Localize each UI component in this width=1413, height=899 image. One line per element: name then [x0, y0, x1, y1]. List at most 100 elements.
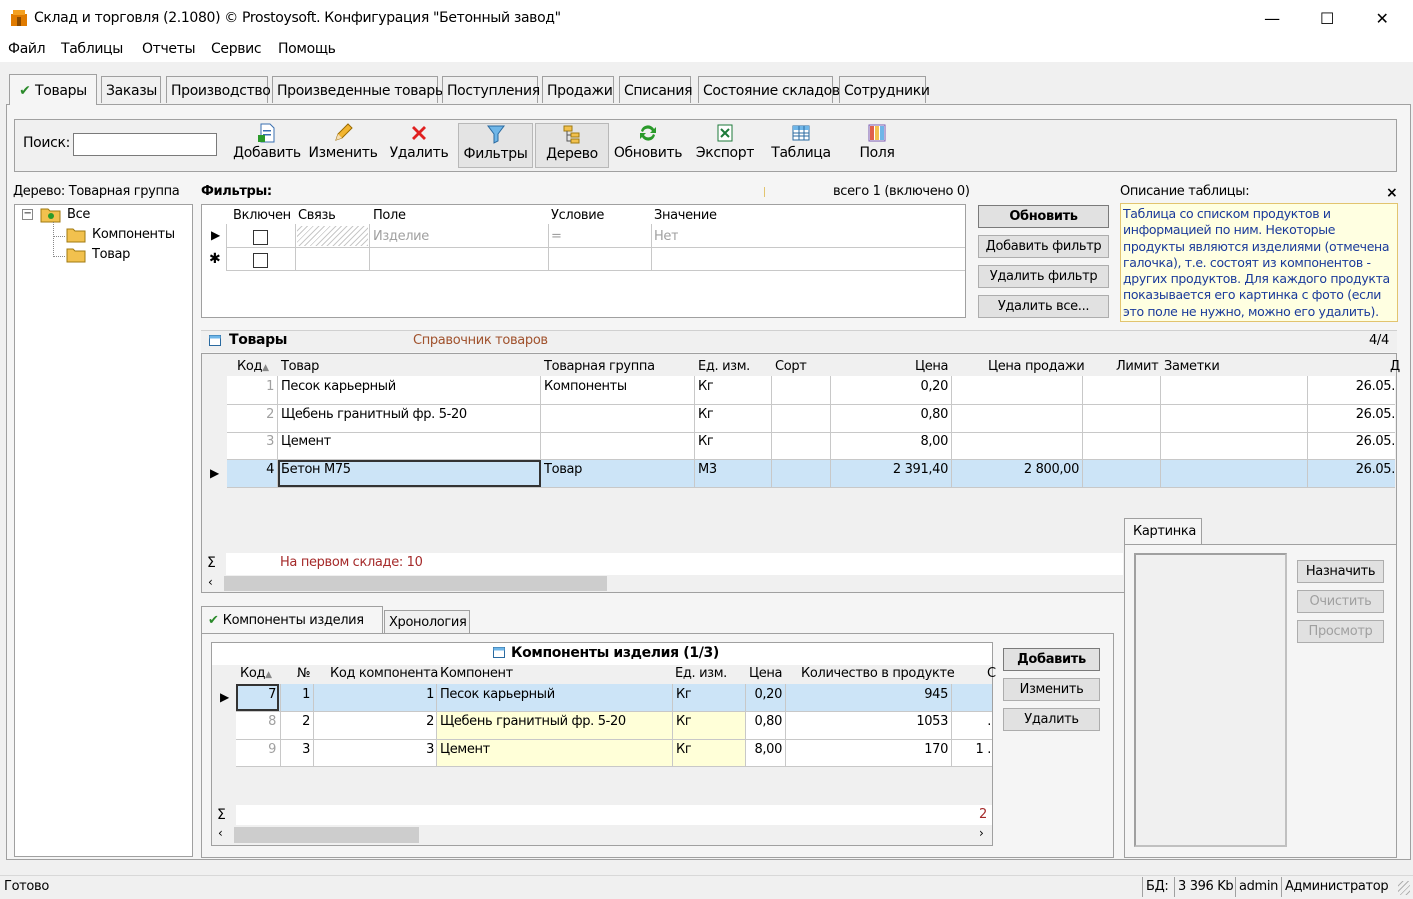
minimize-button[interactable]: —	[1249, 0, 1295, 36]
table-cell-date[interactable]: 26.05.	[1310, 407, 1395, 422]
scrollbar-thumb[interactable]	[234, 827, 419, 843]
products-header-price[interactable]: Цена	[915, 359, 949, 374]
table-cell-code[interactable]: 2	[227, 407, 274, 422]
table-cell-unit[interactable]: Кг	[698, 434, 713, 449]
table-cell-code[interactable]: 8	[238, 714, 276, 729]
tab-production[interactable]: Производство	[166, 76, 271, 103]
table-cell-code[interactable]: 1	[227, 379, 274, 394]
table-cell-code[interactable]: 3	[227, 434, 274, 449]
tab-picture[interactable]: Картинка	[1124, 518, 1202, 545]
add-filter-button[interactable]: Добавить фильтр	[978, 235, 1109, 258]
table-cell-number[interactable]: 1	[281, 687, 310, 702]
table-cell-comp-code[interactable]: 1	[314, 687, 434, 702]
table-cell-name[interactable]: Цемент	[281, 434, 331, 449]
menu-help[interactable]: Помощь	[278, 41, 336, 57]
products-header-name[interactable]: Товар	[281, 359, 319, 374]
tree-button[interactable]: Дерево	[535, 123, 609, 168]
table-cell-price[interactable]: 0,80	[831, 407, 948, 422]
table-cell-price[interactable]: 0,20	[831, 379, 948, 394]
table-cell-sale-price[interactable]: 2 800,00	[952, 462, 1079, 477]
scroll-left-arrow-icon[interactable]: ‹	[208, 575, 213, 589]
components-header-unit[interactable]: Ед. изм.	[675, 666, 727, 681]
table-cell-component[interactable]: Щебень гранитный фр. 5-20	[440, 714, 626, 729]
filter-condition-cell[interactable]: =	[551, 229, 562, 244]
tree-node-all[interactable]: Все	[67, 207, 90, 222]
table-cell-qty[interactable]: 170	[786, 742, 948, 757]
menu-reports[interactable]: Отчеты	[142, 41, 196, 57]
table-cell-comp-code[interactable]: 3	[314, 742, 434, 757]
clear-picture-button[interactable]: Очистить	[1297, 590, 1384, 613]
delete-button[interactable]: Удалить	[386, 123, 452, 168]
products-header-group[interactable]: Товарная группа	[544, 359, 655, 374]
edit-component-button[interactable]: Изменить	[1003, 678, 1100, 701]
table-cell-price[interactable]: 2 391,40	[831, 462, 948, 477]
table-cell-code[interactable]: 4	[227, 462, 274, 477]
table-cell-qty[interactable]: 945	[786, 687, 948, 702]
tab-components[interactable]: ✔ Компоненты изделия	[201, 606, 383, 634]
remove-filter-button[interactable]: Удалить фильтр	[978, 265, 1109, 288]
table-button[interactable]: Таблица	[767, 123, 835, 168]
table-cell-price[interactable]: 8,00	[746, 742, 782, 757]
fields-button[interactable]: Поля	[847, 123, 907, 168]
products-header-limit[interactable]: Лимит	[1116, 359, 1159, 374]
view-picture-button[interactable]: Просмотр	[1297, 620, 1384, 643]
search-input[interactable]	[73, 133, 217, 156]
table-cell-name[interactable]: Бетон М75	[281, 462, 351, 477]
table-cell-component[interactable]: Песок карьерный	[440, 687, 555, 702]
menu-tables[interactable]: Таблицы	[61, 41, 123, 57]
components-header-code[interactable]: Код▲	[240, 666, 272, 681]
close-description-icon[interactable]: ×	[1386, 185, 1398, 201]
table-cell-date[interactable]: 26.05.	[1310, 379, 1395, 394]
products-header-unit[interactable]: Ед. изм.	[698, 359, 750, 374]
table-cell-name[interactable]: Песок карьерный	[281, 379, 396, 394]
tab-orders[interactable]: Заказы	[101, 76, 161, 103]
delete-component-button[interactable]: Удалить	[1003, 708, 1100, 731]
filter-field-cell[interactable]: Изделие	[373, 229, 429, 244]
tree-node-components[interactable]: Компоненты	[92, 227, 175, 242]
menu-file[interactable]: Файл	[8, 41, 46, 57]
tab-receipts[interactable]: Поступления	[442, 76, 540, 103]
products-header-notes[interactable]: Заметки	[1164, 359, 1220, 374]
table-cell-component[interactable]: Цемент	[440, 742, 490, 757]
tab-products[interactable]: ✔ Товары	[9, 74, 97, 105]
table-cell-group[interactable]: Товар	[544, 462, 582, 477]
products-header-code[interactable]: Код▲	[237, 359, 269, 374]
resize-grip-icon[interactable]	[1398, 881, 1410, 895]
tab-employees[interactable]: Сотрудники	[839, 76, 930, 103]
tab-sales[interactable]: Продажи	[542, 76, 614, 103]
table-cell-unit[interactable]: Кг	[698, 407, 713, 422]
tree-expander[interactable]: −	[22, 209, 33, 220]
tab-stock-state[interactable]: Состояние складов	[698, 76, 840, 103]
table-cell-number[interactable]: 3	[281, 742, 310, 757]
products-header-sale-price[interactable]: Цена продажи	[988, 359, 1085, 374]
table-cell-extra[interactable]: .	[953, 714, 991, 729]
table-cell-group[interactable]: Компоненты	[544, 379, 627, 394]
table-cell-price[interactable]: 0,80	[746, 714, 782, 729]
table-cell-extra[interactable]: 1 .	[953, 742, 992, 757]
table-cell-unit[interactable]: Кг	[676, 687, 691, 702]
scrollbar-thumb[interactable]	[224, 576, 607, 591]
table-cell-comp-code[interactable]: 2	[314, 714, 434, 729]
scroll-left-arrow-icon[interactable]: ‹	[218, 826, 223, 840]
new-filter-checkbox[interactable]	[253, 253, 268, 268]
tree-node-goods[interactable]: Товар	[92, 247, 130, 262]
table-cell-price[interactable]: 8,00	[831, 434, 948, 449]
add-button[interactable]: Добавить	[232, 123, 302, 168]
remove-all-filters-button[interactable]: Удалить все...	[978, 295, 1109, 318]
refresh-button[interactable]: Обновить	[612, 123, 684, 168]
maximize-button[interactable]: ☐	[1304, 0, 1350, 36]
table-cell-price[interactable]: 0,20	[746, 687, 782, 702]
filters-button[interactable]: Фильтры	[458, 123, 533, 168]
menu-service[interactable]: Сервис	[211, 41, 262, 57]
components-header-price[interactable]: Цена	[749, 666, 783, 681]
table-cell-date[interactable]: 26.05.	[1310, 462, 1395, 477]
tab-history[interactable]: Хронология	[384, 610, 470, 634]
table-cell-name[interactable]: Щебень гранитный фр. 5-20	[281, 407, 467, 422]
table-cell-unit[interactable]: Кг	[676, 742, 691, 757]
table-cell-date[interactable]: 26.05.	[1310, 434, 1395, 449]
edit-button[interactable]: Изменить	[306, 123, 380, 168]
table-cell-qty[interactable]: 1053	[786, 714, 948, 729]
add-component-button[interactable]: Добавить	[1003, 648, 1100, 671]
assign-picture-button[interactable]: Назначить	[1297, 560, 1384, 583]
table-cell-unit[interactable]: М3	[698, 462, 717, 477]
